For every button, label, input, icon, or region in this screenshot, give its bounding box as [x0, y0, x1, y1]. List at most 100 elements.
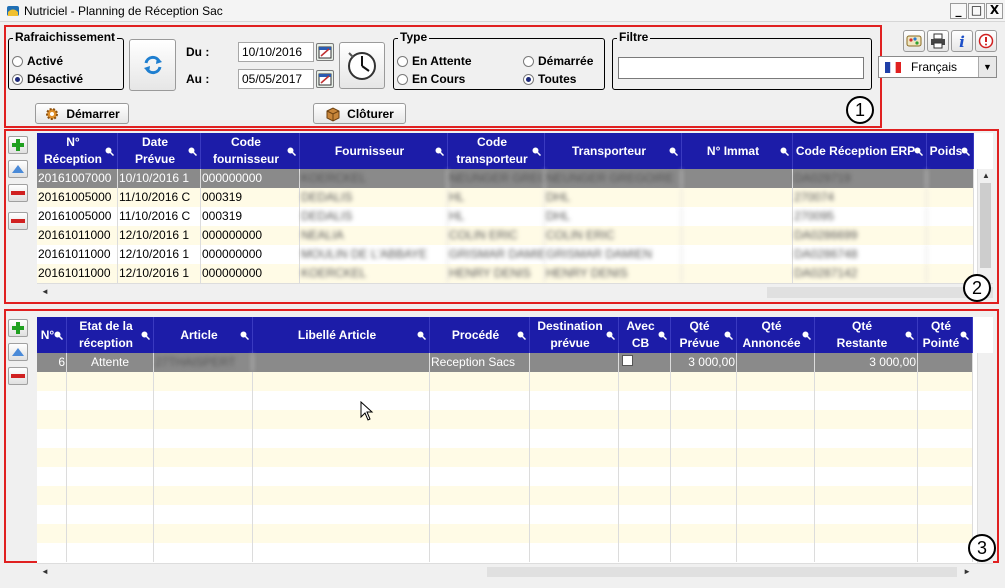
table-row[interactable]: 20161005000 11/10/2016 C 000319 DEDALIS HL DH…	[37, 188, 974, 207]
start-button[interactable]: Démarrer	[35, 103, 129, 124]
reception-grid-vscroll[interactable]: ▲	[977, 169, 993, 283]
date-to-field[interactable]	[238, 69, 314, 89]
column-header[interactable]: Article	[154, 317, 253, 353]
column-header[interactable]: Libellé Article	[253, 317, 430, 353]
info-button[interactable]: i	[951, 30, 973, 52]
scroll-right-icon[interactable]: ►	[963, 567, 971, 577]
magnifier-icon[interactable]	[54, 331, 63, 340]
move-up-reception-button[interactable]	[8, 160, 28, 178]
move-up-detail-button[interactable]	[8, 343, 28, 361]
table-row[interactable]: 6 Attente 27THAISPERT Reception Sacs 3 000,0…	[37, 353, 973, 372]
add-detail-button[interactable]	[8, 319, 28, 337]
refresh-radio-inactive[interactable]: Désactivé	[12, 72, 83, 86]
remove-reception-line-button[interactable]	[8, 212, 28, 230]
remove-detail-button[interactable]	[8, 367, 28, 385]
magnifier-icon[interactable]	[141, 331, 150, 340]
date-to-calendar-button[interactable]	[316, 70, 334, 88]
magnifier-icon[interactable]	[960, 331, 969, 340]
column-header[interactable]: N° Réception	[37, 133, 118, 169]
empty-row[interactable]	[37, 486, 973, 505]
refresh-radio-active[interactable]: Activé	[12, 54, 63, 68]
column-header[interactable]: Poids	[927, 133, 974, 169]
empty-row[interactable]	[37, 543, 973, 562]
magnifier-icon[interactable]	[417, 331, 426, 340]
type-radio-all[interactable]: Toutes	[523, 72, 576, 86]
column-header[interactable]: N° Immat	[682, 133, 793, 169]
empty-row[interactable]	[37, 505, 973, 524]
magnifier-icon[interactable]	[532, 147, 541, 156]
scroll-thumb[interactable]	[980, 183, 991, 268]
scroll-left-icon[interactable]: ◄	[41, 567, 49, 577]
empty-row[interactable]	[37, 524, 973, 543]
column-header[interactable]: Qté Pointé	[918, 317, 973, 353]
detail-grid-hscroll[interactable]: ◄ ►	[37, 563, 993, 579]
magnifier-icon[interactable]	[914, 147, 923, 156]
empty-row[interactable]	[37, 410, 973, 429]
empty-row[interactable]	[37, 391, 973, 410]
print-button[interactable]	[927, 30, 949, 52]
magnifier-icon[interactable]	[724, 331, 733, 340]
table-row[interactable]: 20161007000 10/10/2016 1 000000000 KOERCKEL…	[37, 169, 974, 188]
column-header[interactable]: Qté Prévue	[671, 317, 737, 353]
magnifier-icon[interactable]	[188, 147, 197, 156]
magnifier-icon[interactable]	[240, 331, 249, 340]
type-radio-started[interactable]: Démarrée	[523, 54, 593, 68]
type-radio-in-progress[interactable]: En Cours	[397, 72, 465, 86]
column-header[interactable]: Code transporteur	[448, 133, 545, 169]
date-from-field[interactable]	[238, 42, 314, 62]
maximize-button[interactable]: □	[968, 3, 985, 19]
magnifier-icon[interactable]	[435, 147, 444, 156]
date-from-calendar-button[interactable]	[316, 43, 334, 61]
column-header[interactable]: Etat de la réception	[67, 317, 154, 353]
scroll-up-icon[interactable]: ▲	[982, 171, 990, 181]
period-button[interactable]	[339, 42, 385, 89]
remove-reception-button[interactable]	[8, 184, 28, 202]
empty-row[interactable]	[37, 448, 973, 467]
palette-button[interactable]	[903, 30, 925, 52]
scroll-thumb[interactable]	[487, 567, 957, 577]
column-header[interactable]: Fournisseur	[300, 133, 448, 169]
minimize-button[interactable]: _	[950, 3, 967, 19]
column-header[interactable]: Transporteur	[545, 133, 682, 169]
table-row[interactable]: 20161011000 12/10/2016 1 000000000 MOULIN D…	[37, 245, 974, 264]
magnifier-icon[interactable]	[105, 147, 114, 156]
checkbox[interactable]	[622, 355, 633, 366]
scroll-left-icon[interactable]: ◄	[41, 287, 49, 297]
language-select[interactable]: Français ▼	[878, 56, 997, 78]
table-row[interactable]: 20161011000 12/10/2016 1 000000000 KOERCKEL…	[37, 264, 974, 283]
empty-row[interactable]	[37, 429, 973, 448]
column-header[interactable]: Procédé	[430, 317, 530, 353]
magnifier-icon[interactable]	[802, 331, 811, 340]
type-radio-waiting[interactable]: En Attente	[397, 54, 472, 68]
close-reception-button[interactable]: Clôturer	[313, 103, 406, 124]
scroll-thumb[interactable]	[767, 287, 993, 298]
column-header[interactable]: Code Réception ERP	[793, 133, 927, 169]
close-button[interactable]: X	[986, 3, 1003, 19]
magnifier-icon[interactable]	[606, 331, 615, 340]
column-header[interactable]: Qté Annoncée	[737, 317, 815, 353]
refresh-button[interactable]	[129, 39, 176, 91]
reception-grid-hscroll[interactable]: ◄	[37, 283, 993, 300]
empty-row[interactable]	[37, 372, 973, 391]
column-header[interactable]: Qté Restante	[815, 317, 918, 353]
magnifier-icon[interactable]	[287, 147, 296, 156]
column-header[interactable]: Destination prévue	[530, 317, 619, 353]
empty-row[interactable]	[37, 467, 973, 486]
add-reception-button[interactable]	[8, 136, 28, 154]
column-header[interactable]: N°	[37, 317, 67, 353]
quit-button[interactable]	[975, 30, 997, 52]
detail-grid-vscroll[interactable]	[977, 353, 993, 563]
magnifier-icon[interactable]	[658, 331, 667, 340]
magnifier-icon[interactable]	[517, 331, 526, 340]
column-header[interactable]: Date Prévue	[118, 133, 201, 169]
column-header[interactable]: Avec CB	[619, 317, 671, 353]
magnifier-icon[interactable]	[780, 147, 789, 156]
column-header[interactable]: Code fournisseur	[201, 133, 300, 169]
table-row[interactable]: 20161011000 12/10/2016 1 000000000 NEALIA CO…	[37, 226, 974, 245]
magnifier-icon[interactable]	[905, 331, 914, 340]
chevron-down-icon[interactable]: ▼	[978, 57, 996, 77]
table-row[interactable]: 20161005000 11/10/2016 C 000319 DEDALIS HL DH…	[37, 207, 974, 226]
filter-input[interactable]	[618, 57, 864, 79]
magnifier-icon[interactable]	[669, 147, 678, 156]
magnifier-icon[interactable]	[961, 147, 970, 156]
